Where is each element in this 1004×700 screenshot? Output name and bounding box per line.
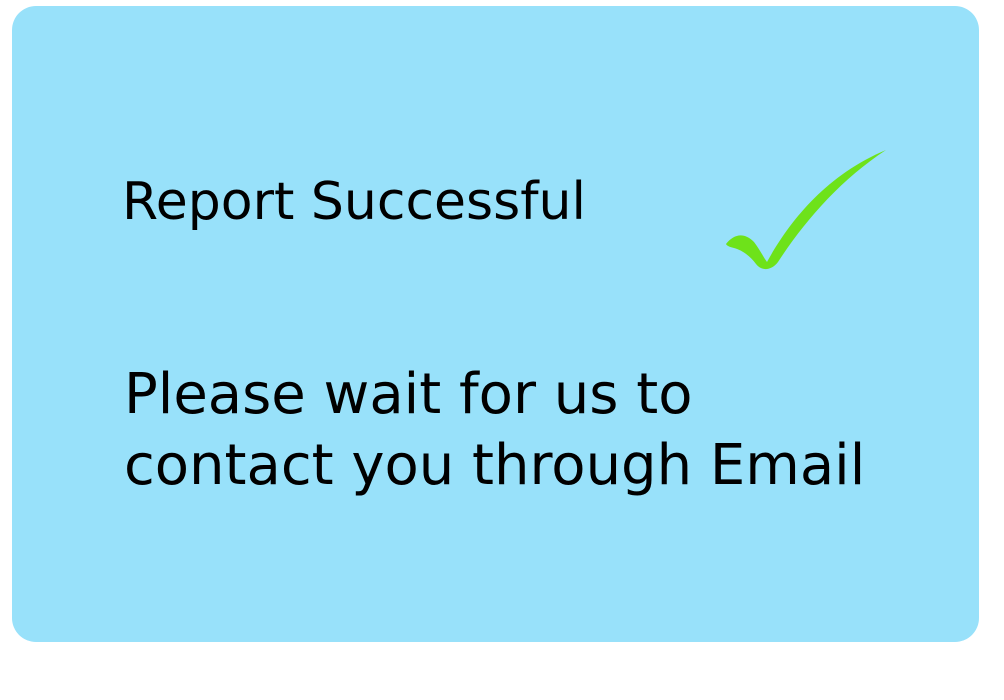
success-title: Report Successful [122,172,586,232]
success-message: Please wait for us to contact you throug… [124,359,964,501]
report-success-card: Report Successful Please wait for us to … [12,6,979,642]
message-line-1: Please wait for us to [124,362,693,427]
check-mark-shape [726,150,886,270]
message-line-2: contact you through Email [124,433,866,498]
check-mark-icon [726,150,886,270]
